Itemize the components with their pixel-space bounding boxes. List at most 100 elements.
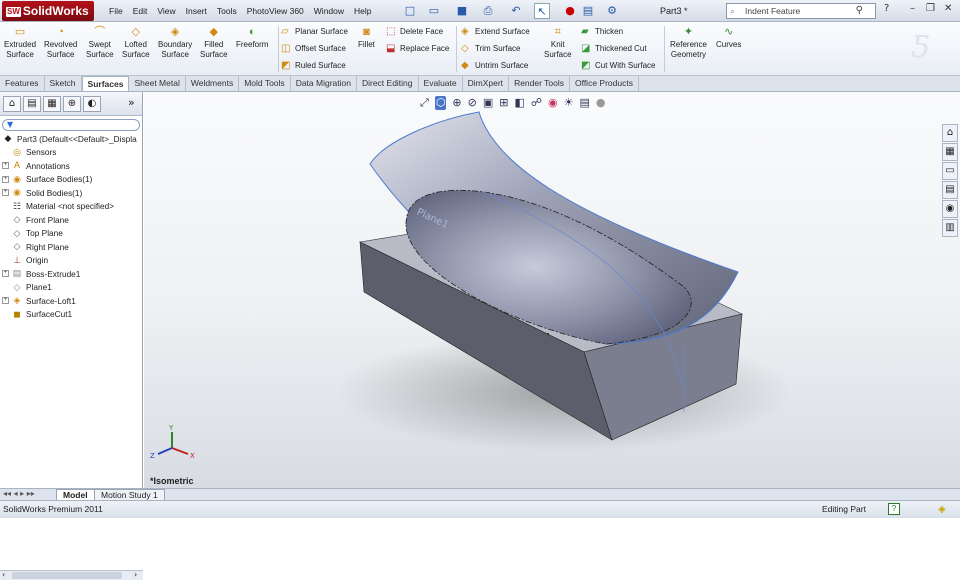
hide-show-items-icon[interactable]: ☍ xyxy=(531,96,542,110)
section-view-2-icon[interactable]: ⊞ xyxy=(499,96,508,110)
menu-tools[interactable]: Tools xyxy=(212,0,242,22)
edit-appearance-icon[interactable]: ◉ xyxy=(548,96,558,110)
menu-help[interactable]: Help xyxy=(349,0,376,22)
scroll-right-icon[interactable]: › xyxy=(134,570,137,579)
appearances-scenes-icon[interactable]: ◉ xyxy=(942,200,958,218)
rebuild-icon[interactable]: ● xyxy=(562,3,578,19)
apply-scene-icon[interactable]: ☀ xyxy=(564,96,574,110)
custom-properties-icon[interactable]: ▥ xyxy=(942,219,958,237)
new-document-icon[interactable]: □ xyxy=(402,3,418,19)
thickened-cut-button[interactable]: ◪ Thickened Cut xyxy=(581,44,647,54)
configuration-manager-tab-icon[interactable]: ▦ xyxy=(43,96,61,112)
feature-manager-tab-icon[interactable]: ⌂ xyxy=(3,96,21,112)
tree-root[interactable]: ◆ Part3 (Default<<Default>_Displa xyxy=(2,132,142,146)
tab-weldments[interactable]: Weldments xyxy=(186,76,240,91)
thicken-button[interactable]: ▰ Thicken xyxy=(581,27,623,37)
tab-data-migration[interactable]: Data Migration xyxy=(291,76,357,91)
trim-surface-button[interactable]: ◇ Trim Surface xyxy=(461,44,521,54)
revolved-surface-button[interactable]: ◔ Revolved Surface xyxy=(44,26,77,60)
tab-office-products[interactable]: Office Products xyxy=(570,76,639,91)
search-icon[interactable]: ⚲ xyxy=(856,4,863,18)
reference-geometry-button[interactable]: ✦ Reference Geometry xyxy=(670,26,707,60)
menu-edit[interactable]: Edit xyxy=(128,0,153,22)
tab-features[interactable]: Features xyxy=(0,76,45,91)
scroll-thumb[interactable] xyxy=(12,572,122,579)
display-manager-tab-icon[interactable]: ◐ xyxy=(83,96,101,112)
tree-item-top-plane[interactable]: ◇ Top Plane xyxy=(2,227,142,241)
zoom-to-area-icon[interactable]: ⊕ xyxy=(452,96,461,110)
close-icon[interactable]: ✕ xyxy=(944,3,952,14)
tab-direct-editing[interactable]: Direct Editing xyxy=(357,76,419,91)
tree-item-material-not-specified[interactable]: ☷ Material <not specified> xyxy=(2,200,142,214)
filled-surface-button[interactable]: ◆ Filled Surface xyxy=(200,26,228,60)
property-manager-tab-icon[interactable]: ▤ xyxy=(23,96,41,112)
rebuild-status-icon[interactable]: ◈ xyxy=(938,502,946,518)
file-explorer-icon[interactable]: ▭ xyxy=(942,162,958,180)
extend-surface-button[interactable]: ◈ Extend Surface xyxy=(461,27,530,37)
tab-mold-tools[interactable]: Mold Tools xyxy=(239,76,291,91)
tree-item-surfacecut1[interactable]: ◼ SurfaceCut1 xyxy=(2,308,142,322)
untrim-surface-button[interactable]: ◆ Untrim Surface xyxy=(461,61,528,71)
fillet-button[interactable]: ◙ Fillet xyxy=(358,26,375,50)
tab-render-tools[interactable]: Render Tools xyxy=(509,76,570,91)
horizontal-scrollbar[interactable]: ‹ › xyxy=(0,570,143,580)
minimize-icon[interactable]: – xyxy=(910,3,915,14)
design-library-icon[interactable]: ▦ xyxy=(942,143,958,161)
section-view-icon[interactable]: ▣ xyxy=(483,96,493,110)
tree-item-origin[interactable]: ⊥ Origin xyxy=(2,254,142,268)
dimxpert-manager-tab-icon[interactable]: ⊕ xyxy=(63,96,81,112)
menu-insert[interactable]: Insert xyxy=(181,0,212,22)
select-arrow-icon[interactable]: ↖ xyxy=(534,3,550,19)
display-style-icon[interactable]: ◧ xyxy=(514,96,524,110)
extruded-surface-button[interactable]: ▭ Extruded Surface xyxy=(4,26,36,60)
tab-scroll-arrows-icon[interactable]: ◂◂ ◂ ▸ ▸▸ xyxy=(3,489,35,498)
cut-with-surface-button[interactable]: ◩ Cut With Surface xyxy=(581,61,655,71)
save-icon[interactable]: ■ xyxy=(454,3,470,19)
tree-item-right-plane[interactable]: ◇ Right Plane xyxy=(2,240,142,254)
undo-icon[interactable]: ↶ xyxy=(508,3,524,19)
view-orientation-icon[interactable]: ⬡ xyxy=(434,96,447,110)
ruled-surface-button[interactable]: ◩ Ruled Surface xyxy=(281,61,346,71)
graphics-area[interactable]: Plane1 Y X Z xyxy=(144,92,960,488)
offset-surface-button[interactable]: ◫ Offset Surface xyxy=(281,44,346,54)
restore-icon[interactable]: ❐ xyxy=(926,3,935,14)
tab-sheet-metal[interactable]: Sheet Metal xyxy=(129,76,186,91)
tree-item-sensors[interactable]: ◎ Sensors xyxy=(2,146,142,160)
freeform-button[interactable]: ◐ Freeform xyxy=(236,26,268,50)
scroll-left-icon[interactable]: ‹ xyxy=(2,570,5,579)
previous-view-icon[interactable]: ⊘ xyxy=(468,96,477,110)
search-options-icon[interactable]: ⌕ xyxy=(730,4,735,18)
tree-item-front-plane[interactable]: ◇ Front Plane xyxy=(2,213,142,227)
solidworks-resources-icon[interactable]: ⌂ xyxy=(942,124,958,142)
boundary-surface-button[interactable]: ◈ Boundary Surface xyxy=(158,26,192,60)
delete-face-button[interactable]: ⬚ Delete Face xyxy=(386,27,443,37)
rendering-icon[interactable]: ● xyxy=(596,96,606,110)
tab-dimxpert[interactable]: DimXpert xyxy=(463,76,510,91)
filter-input[interactable]: ▼ xyxy=(2,119,140,131)
tree-item-boss-extrude1[interactable]: + ▤ Boss-Extrude1 xyxy=(2,267,142,281)
help-icon[interactable]: ? xyxy=(884,3,889,14)
replace-face-button[interactable]: ⬓ Replace Face xyxy=(386,44,449,54)
open-folder-icon[interactable]: ▭ xyxy=(426,3,442,19)
print-icon[interactable]: ⎙ xyxy=(480,3,496,19)
tree-item-surface-bodies-1[interactable]: + ◉ Surface Bodies(1) xyxy=(2,173,142,187)
tree-item-annotations[interactable]: + A Annotations xyxy=(2,159,142,173)
tree-item-solid-bodies-1[interactable]: + ◉ Solid Bodies(1) xyxy=(2,186,142,200)
zoom-to-fit-icon[interactable]: ⤢ xyxy=(420,96,429,110)
tree-item-surface-loft1[interactable]: + ◈ Surface-Loft1 xyxy=(2,294,142,308)
planar-surface-button[interactable]: ▱ Planar Surface xyxy=(281,27,348,37)
view-palette-icon[interactable]: ▤ xyxy=(942,181,958,199)
menu-file[interactable]: File xyxy=(104,0,128,22)
swept-surface-button[interactable]: ⌒ Swept Surface xyxy=(86,26,114,60)
expand-tabs-icon[interactable]: » xyxy=(128,96,135,109)
menu-view[interactable]: View xyxy=(152,0,180,22)
view-settings-icon[interactable]: ▤ xyxy=(580,96,590,110)
options-icon[interactable]: ⚙ xyxy=(604,3,620,19)
tab-sketch[interactable]: Sketch xyxy=(45,76,82,91)
knit-surface-button[interactable]: ⌗ Knit Surface xyxy=(544,26,572,60)
curves-button[interactable]: ∿ Curves xyxy=(716,26,741,50)
help-status-icon[interactable]: ? xyxy=(888,503,900,515)
tab-evaluate[interactable]: Evaluate xyxy=(419,76,463,91)
file-properties-icon[interactable]: ▤ xyxy=(580,3,596,19)
tree-item-plane1[interactable]: ◇ Plane1 xyxy=(2,281,142,295)
